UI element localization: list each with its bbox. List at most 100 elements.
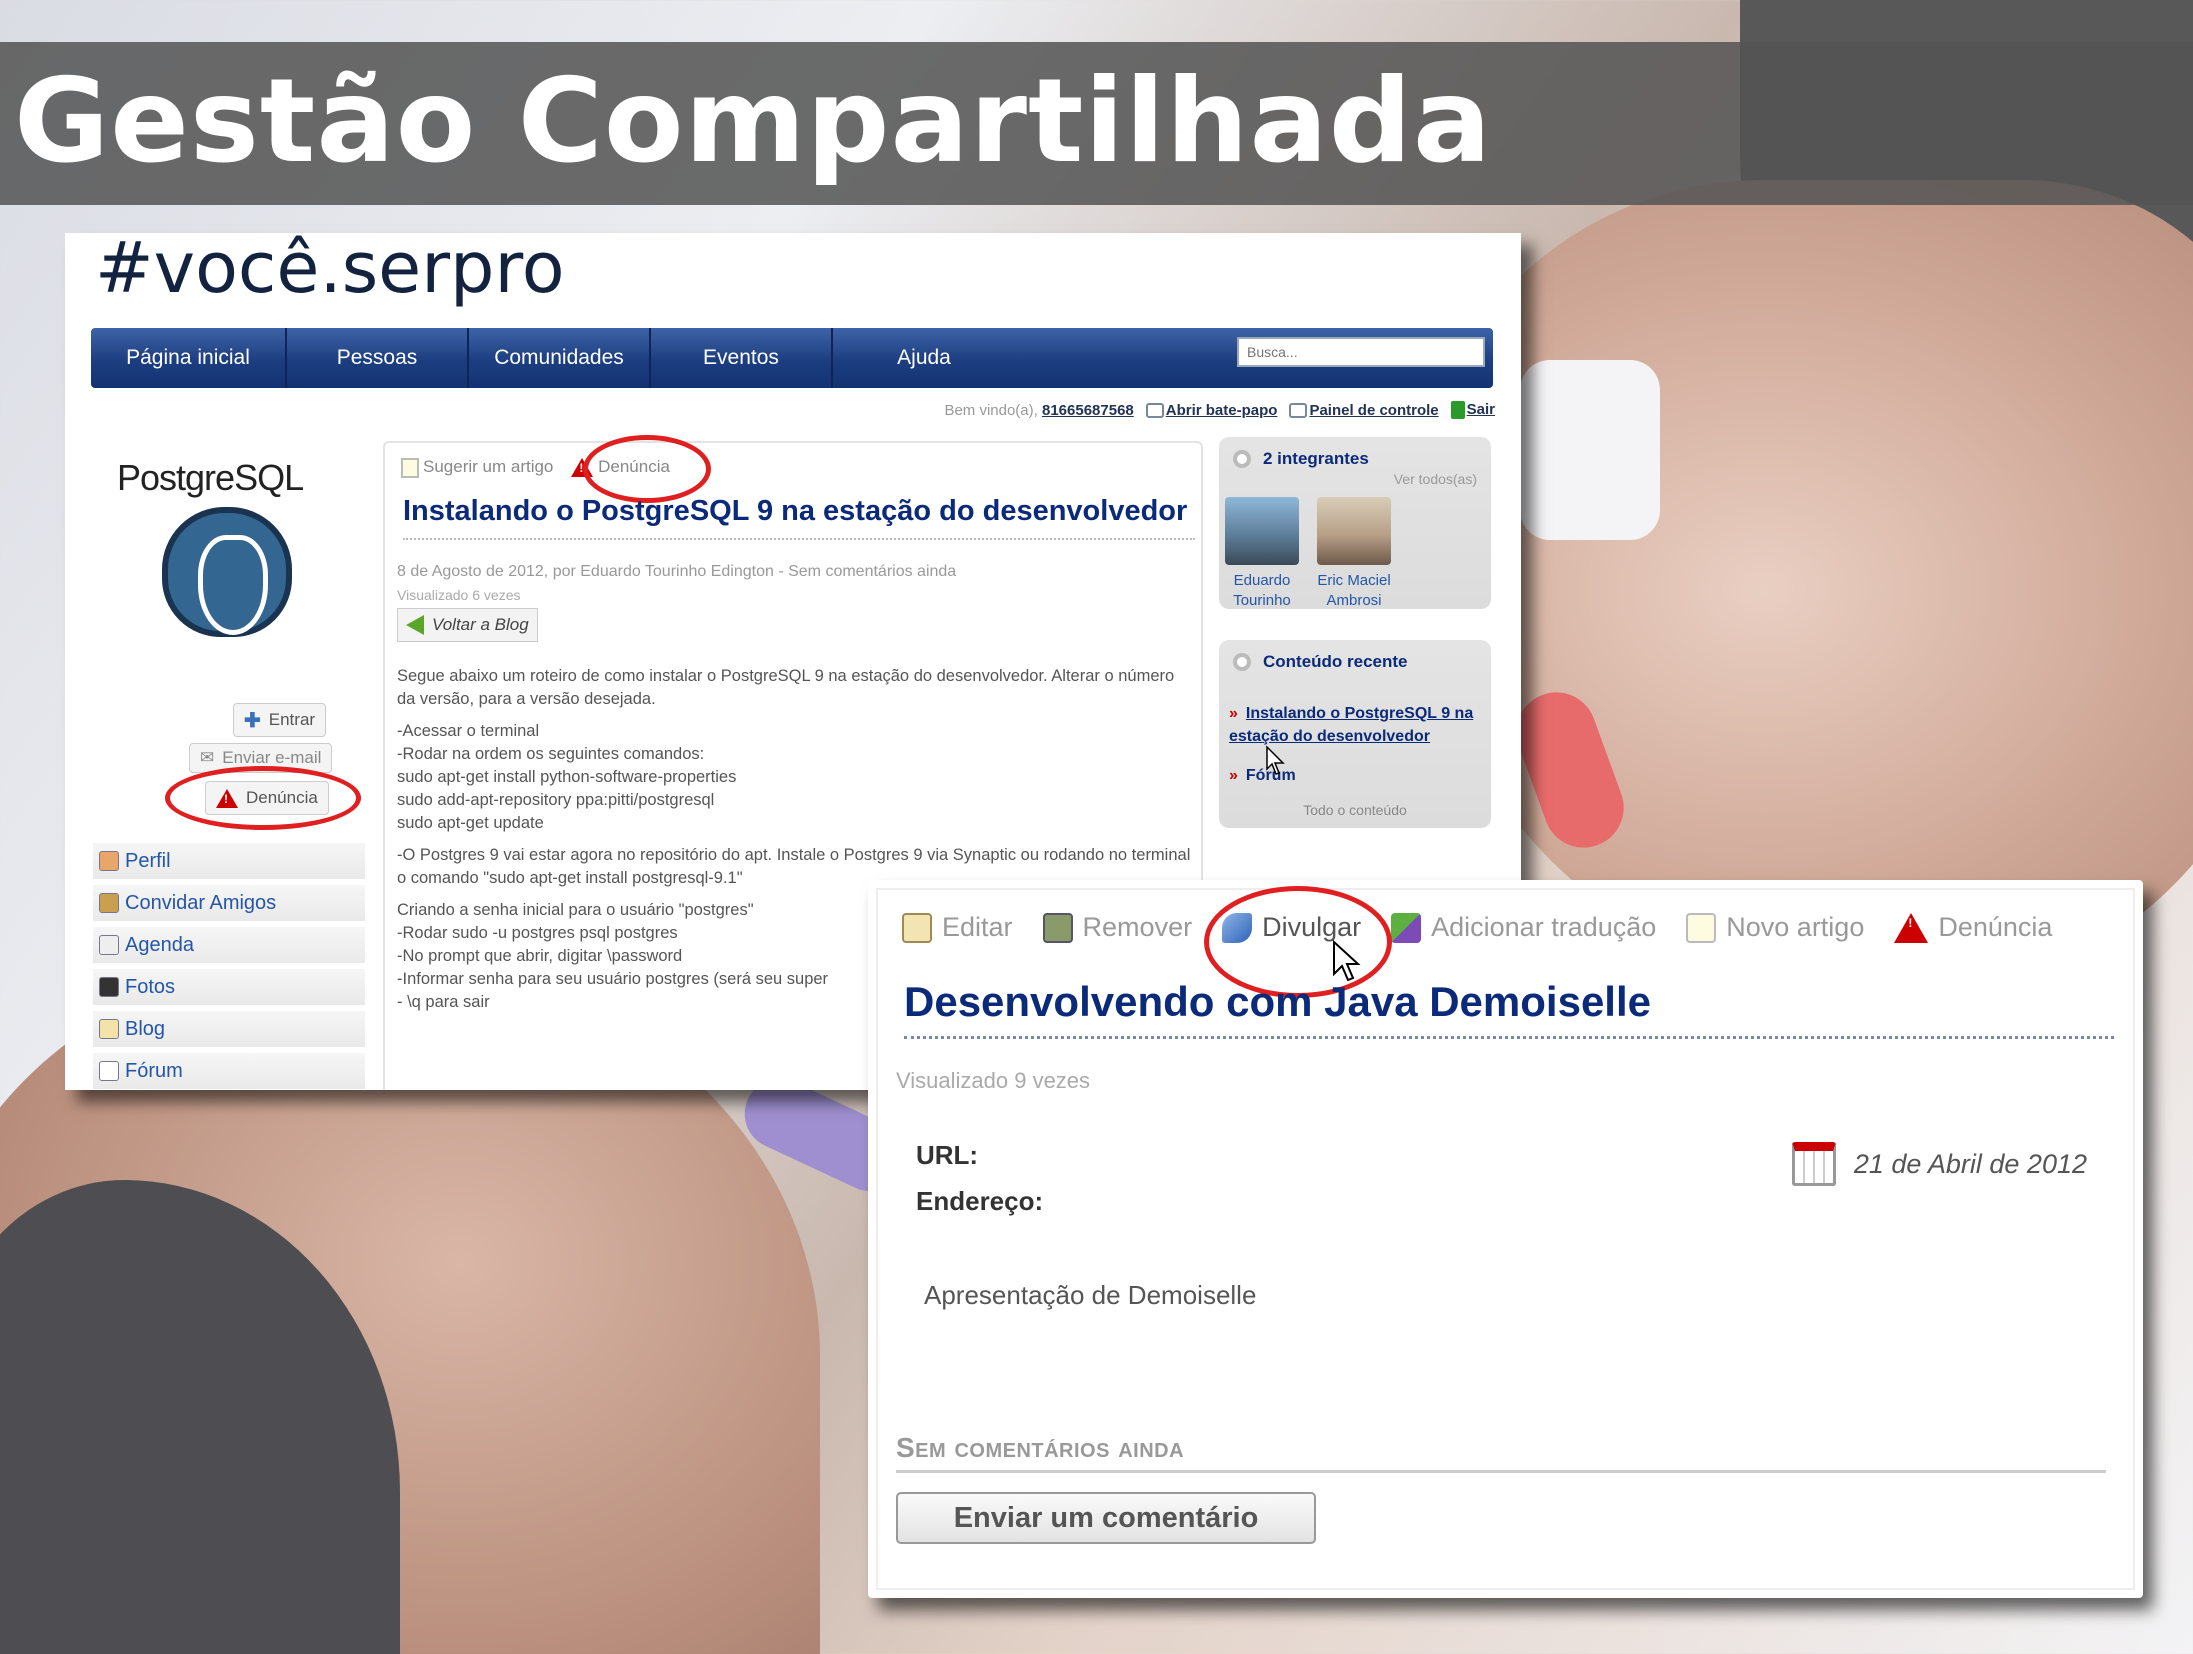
remove-label: Remover	[1082, 912, 1193, 942]
article-meta: 8 de Agosto de 2012, por Eduardo Tourinh…	[397, 563, 957, 580]
report-label: Denúncia	[598, 457, 670, 477]
sidenav-label: Convidar Amigos	[125, 891, 277, 914]
new-article-link[interactable]: Novo artigo	[1686, 912, 1864, 943]
sidenav-forum[interactable]: Fórum	[93, 1053, 365, 1089]
blog-icon	[99, 1019, 119, 1039]
background-sleeve-left	[0, 1180, 400, 1654]
avatar	[1225, 497, 1299, 565]
event-date: 21 de Abril de 2012	[1791, 1142, 2087, 1186]
community-logo: PostgreSQL	[117, 457, 347, 637]
member-name: Eduardo Tourinho	[1233, 572, 1291, 609]
spread-link[interactable]: Divulgar	[1222, 912, 1361, 943]
trash-icon	[1042, 912, 1073, 943]
event-description: Apresentação de Demoiselle	[924, 1280, 1257, 1310]
calendar-icon	[99, 935, 119, 955]
background-fingernail	[1505, 681, 1635, 859]
translation-label: Adicionar tradução	[1431, 912, 1657, 942]
nav-home[interactable]: Página inicial	[91, 328, 287, 388]
user-bar: Bem vindo(a), 81665687568 Abrir bate-pap…	[944, 401, 1495, 420]
slide-title-bar: Gestão Compartilhada	[0, 42, 2193, 205]
camera-icon	[99, 977, 119, 997]
welcome-label: Bem vindo(a),	[944, 401, 1038, 419]
community-logo-text: PostgreSQL	[117, 457, 304, 498]
site-brand: #você.serpro	[95, 233, 565, 309]
sidenav-invite-friends[interactable]: Convidar Amigos	[93, 885, 365, 921]
spread-label: Divulgar	[1262, 912, 1362, 942]
warning-icon	[1894, 912, 1929, 943]
send-comment-button[interactable]: Enviar um comentário	[896, 1492, 1316, 1544]
event-date-text: 21 de Abril de 2012	[1853, 1148, 2087, 1179]
address-label: Endereço:	[916, 1186, 1044, 1216]
event-title: Desenvolvendo com Java Demoiselle	[904, 978, 2114, 1039]
enter-label: Entrar	[268, 710, 316, 729]
article-paragraph: Segue abaixo um roteiro de como instalar…	[397, 667, 1175, 708]
bullet-icon	[1233, 450, 1251, 468]
welcome-text: Bem vindo(a), 81665687568	[944, 402, 1133, 419]
bullet-icon	[1233, 653, 1251, 671]
email-label: Enviar e-mail	[222, 748, 322, 767]
report-community-button[interactable]: Denúncia	[205, 781, 329, 815]
article-views: Visualizado 6 vezes	[397, 587, 521, 603]
recent-item-label: Instalando o PostgreSQL 9 na estação do …	[1229, 705, 1474, 745]
note-icon	[1686, 912, 1717, 943]
main-navbar: Página inicial Pessoas Comunidades Event…	[91, 328, 1493, 388]
event-page-screenshot: Editar Remover Divulgar Adicionar traduç…	[868, 880, 2143, 1598]
sidenav-label: Agenda	[125, 933, 194, 956]
sidenav-blog[interactable]: Blog	[93, 1011, 365, 1047]
enter-button[interactable]: ✚ Entrar	[233, 703, 327, 737]
recent-item-link[interactable]: » Instalando o PostgreSQL 9 na estação do…	[1229, 702, 1489, 748]
back-label: Voltar a Blog	[432, 615, 529, 634]
avatar	[1317, 497, 1391, 565]
suggest-article-link[interactable]: Sugerir um artigo	[401, 457, 553, 478]
edit-label: Editar	[942, 912, 1013, 942]
nav-help[interactable]: Ajuda	[833, 328, 1015, 388]
exit-link[interactable]: Sair	[1450, 401, 1495, 420]
translation-icon	[1391, 912, 1422, 943]
sidenav-agenda[interactable]: Agenda	[93, 927, 365, 963]
postgresql-elephant-icon	[162, 507, 292, 637]
control-panel-link[interactable]: Painel de controle	[1289, 401, 1439, 419]
nav-events[interactable]: Eventos	[651, 328, 833, 388]
report-label: Denúncia	[1938, 912, 2053, 942]
sidenav-label: Fotos	[125, 975, 176, 998]
article-title: Instalando o PostgreSQL 9 na estação do …	[403, 495, 1195, 540]
report-article-link[interactable]: Denúncia	[571, 457, 670, 478]
slide-title: Gestão Compartilhada	[14, 54, 1493, 189]
sidenav-label: Blog	[125, 1017, 166, 1040]
chat-link[interactable]: Abrir bate-papo	[1145, 401, 1278, 419]
user-link[interactable]: 81665687568	[1042, 402, 1134, 419]
sidenav-photos[interactable]: Fotos	[93, 969, 365, 1005]
back-to-blog-button[interactable]: Voltar a Blog	[397, 608, 538, 642]
report-event-link[interactable]: Denúncia	[1894, 912, 2052, 943]
report-label: Denúncia	[246, 788, 318, 807]
edit-link[interactable]: Editar	[902, 912, 1013, 943]
article-paragraph: -Acessar o terminal -Rodar na ordem os s…	[397, 722, 737, 832]
new-article-label: Novo artigo	[1726, 912, 1865, 942]
event-actions: Editar Remover Divulgar Adicionar traduç…	[902, 912, 2052, 943]
community-sidenav: Perfil Convidar Amigos Agenda Fotos Blog…	[93, 843, 365, 1090]
calendar-icon	[1791, 1142, 1836, 1186]
search-input[interactable]	[1237, 337, 1485, 367]
forum-icon	[99, 1061, 119, 1081]
edit-icon	[902, 912, 932, 943]
add-translation-link[interactable]: Adicionar tradução	[1391, 912, 1656, 943]
chat-label: Abrir bate-papo	[1165, 401, 1278, 419]
send-email-button[interactable]: ✉ Enviar e-mail	[189, 743, 333, 773]
members-count: 2 integrantes	[1263, 449, 1369, 468]
event-views: Visualizado 9 vezes	[896, 1068, 1091, 1093]
warning-icon	[216, 788, 238, 808]
email-icon: ✉	[200, 748, 215, 767]
nav-people[interactable]: Pessoas	[287, 328, 469, 388]
remove-link[interactable]: Remover	[1042, 912, 1193, 943]
member-card[interactable]: Eduardo Tourinho	[1219, 497, 1305, 611]
article-actions: Sugerir um artigo Denúncia	[401, 457, 670, 478]
all-content-link[interactable]: Todo o conteúdo	[1219, 802, 1491, 818]
nav-communities[interactable]: Comunidades	[469, 328, 651, 388]
see-all-members-link[interactable]: Ver todos(as)	[1394, 471, 1477, 487]
sidenav-profile[interactable]: Perfil	[93, 843, 365, 879]
control-panel-icon	[1289, 403, 1308, 419]
control-panel-label: Painel de controle	[1309, 401, 1439, 419]
member-card[interactable]: Eric Maciel Ambrosi	[1311, 497, 1397, 611]
plus-icon: ✚	[244, 709, 261, 732]
exit-icon	[1450, 401, 1465, 420]
